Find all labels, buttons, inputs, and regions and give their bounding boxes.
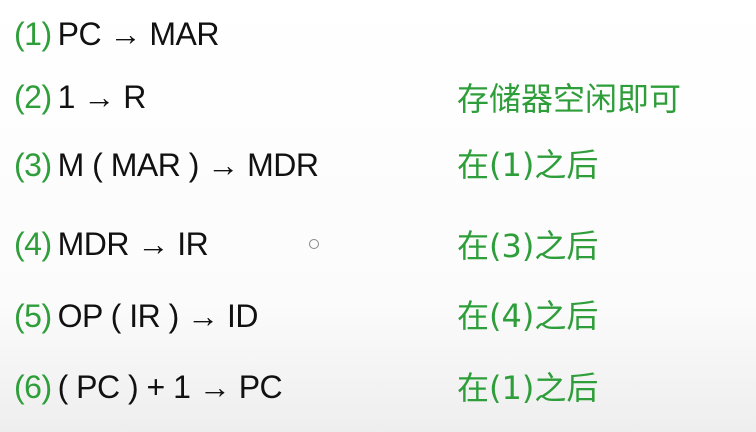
step-expression: OP ( IR ) → ID — [57, 298, 259, 334]
step-6: (6)( PC ) + 1 → PC — [14, 367, 283, 407]
step-condition: 在(4)之后 — [457, 297, 599, 335]
mouse-cursor-icon — [309, 239, 319, 249]
step-expression: MDR → IR — [57, 226, 209, 262]
step-number: (4) — [14, 226, 52, 262]
step-condition: 在(1)之后 — [457, 369, 599, 407]
step-condition: 存储器空闲即可 — [457, 80, 682, 118]
step-5: (5) OP ( IR ) → ID — [14, 296, 259, 336]
step-expression: ( PC ) + 1 → PC — [57, 369, 283, 405]
step-3: (3) M ( MAR ) → MDR — [14, 145, 319, 185]
step-number: (2) — [14, 79, 52, 115]
step-4: (4) MDR → IR — [14, 224, 209, 264]
step-number: (3) — [14, 147, 52, 183]
step-expression: PC → MAR — [57, 16, 220, 52]
step-condition: 在(1)之后 — [457, 146, 599, 184]
step-expression: 1 → R — [57, 79, 147, 115]
step-number: (6) — [14, 369, 52, 405]
step-condition: 在(3)之后 — [457, 227, 599, 265]
step-number: (1) — [14, 16, 52, 52]
step-number: (5) — [14, 298, 52, 334]
step-1: (1) PC → MAR — [14, 14, 219, 54]
step-2: (2) 1 → R — [14, 77, 146, 117]
step-expression: M ( MAR ) → MDR — [57, 147, 319, 183]
